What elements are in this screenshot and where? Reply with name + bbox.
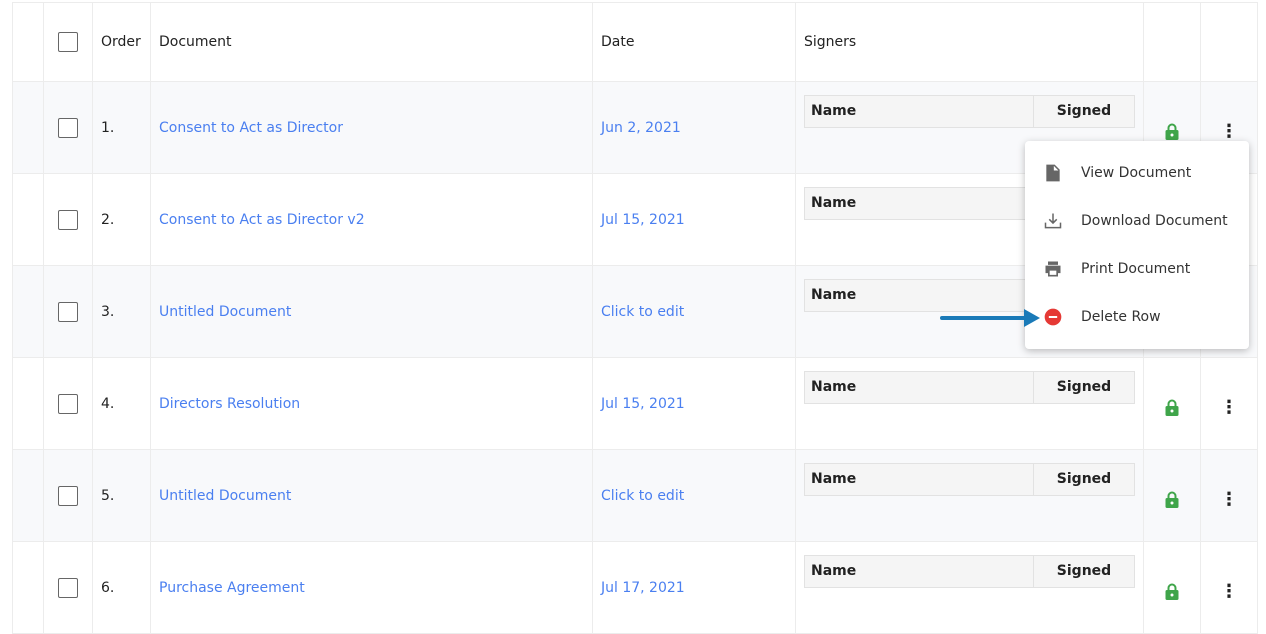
header-signers: Signers bbox=[795, 2, 1144, 82]
lock-icon bbox=[1165, 583, 1179, 600]
document-link[interactable]: Untitled Document bbox=[159, 488, 291, 504]
row-checkbox[interactable] bbox=[58, 485, 78, 506]
print-icon bbox=[1045, 261, 1061, 277]
menu-item-delete-row[interactable]: Delete Row bbox=[1025, 293, 1249, 341]
header-document: Document bbox=[150, 2, 593, 82]
signer-status: Signed bbox=[1056, 471, 1112, 487]
menu-item-print-document[interactable]: Print Document bbox=[1025, 245, 1249, 293]
row-checkbox[interactable] bbox=[58, 577, 78, 598]
signer-name: Name bbox=[805, 464, 1034, 495]
table-row: 4. Directors Resolution Jul 15, 2021 Nam… bbox=[12, 357, 1258, 450]
signer-name: Name bbox=[805, 556, 1034, 587]
date-link[interactable]: Jul 15, 2021 bbox=[601, 212, 685, 228]
lock-icon bbox=[1165, 399, 1179, 416]
signer-status: Signed bbox=[1056, 103, 1112, 119]
signer-status: Signed bbox=[1056, 379, 1112, 395]
file-icon bbox=[1046, 164, 1060, 182]
date-link[interactable]: Jul 15, 2021 bbox=[601, 396, 685, 412]
order-cell: 6. bbox=[92, 541, 151, 634]
signer-box: Name Signed bbox=[804, 463, 1135, 496]
pointer-arrow bbox=[940, 309, 1040, 327]
order-cell: 1. bbox=[92, 81, 151, 174]
document-link[interactable]: Purchase Agreement bbox=[159, 580, 305, 596]
date-link[interactable]: Click to edit bbox=[601, 304, 684, 320]
document-link[interactable]: Untitled Document bbox=[159, 304, 291, 320]
signer-status: Signed bbox=[1056, 563, 1112, 579]
menu-item-view-document[interactable]: View Document bbox=[1025, 149, 1249, 197]
menu-item-download-document[interactable]: Download Document bbox=[1025, 197, 1249, 245]
table-row: 5. Untitled Document Click to edit Name S… bbox=[12, 449, 1258, 542]
order-cell: 2. bbox=[92, 173, 151, 266]
row-context-menu: View Document Download Document Print Do… bbox=[1025, 141, 1249, 349]
lock-icon bbox=[1165, 491, 1179, 508]
header-date: Date bbox=[592, 2, 796, 82]
signer-name: Name bbox=[805, 188, 1034, 219]
more-options-icon[interactable]: ⋮ bbox=[1201, 575, 1257, 601]
more-options-icon[interactable]: ⋮ bbox=[1201, 391, 1257, 417]
header-row: Order Document Date Signers bbox=[12, 2, 1258, 82]
document-link[interactable]: Directors Resolution bbox=[159, 396, 300, 412]
more-options-icon[interactable]: ⋮ bbox=[1201, 483, 1257, 509]
signer-name: Name bbox=[805, 372, 1034, 403]
order-cell: 4. bbox=[92, 357, 151, 450]
document-link[interactable]: Consent to Act as Director v2 bbox=[159, 212, 365, 228]
lock-icon bbox=[1165, 123, 1179, 140]
signer-box: Name Signed bbox=[804, 371, 1135, 404]
row-checkbox[interactable] bbox=[58, 393, 78, 414]
signer-name: Name bbox=[805, 280, 1034, 311]
order-cell: 3. bbox=[92, 265, 151, 358]
select-all-checkbox[interactable] bbox=[58, 32, 78, 52]
signer-box: Name Signed bbox=[804, 95, 1135, 128]
order-cell: 5. bbox=[92, 449, 151, 542]
row-checkbox[interactable] bbox=[58, 301, 78, 322]
date-link[interactable]: Jun 2, 2021 bbox=[601, 120, 681, 136]
more-options-icon[interactable]: ⋮ bbox=[1201, 115, 1257, 141]
row-checkbox[interactable] bbox=[58, 117, 78, 138]
date-link[interactable]: Click to edit bbox=[601, 488, 684, 504]
signer-name: Name bbox=[805, 96, 1034, 127]
delete-icon bbox=[1044, 308, 1062, 326]
row-checkbox[interactable] bbox=[58, 209, 78, 230]
header-order: Order bbox=[92, 2, 151, 82]
date-link[interactable]: Jul 17, 2021 bbox=[601, 580, 685, 596]
table-row: 6. Purchase Agreement Jul 17, 2021 Name S… bbox=[12, 541, 1258, 634]
document-link[interactable]: Consent to Act as Director bbox=[159, 120, 343, 136]
download-icon bbox=[1044, 213, 1062, 229]
